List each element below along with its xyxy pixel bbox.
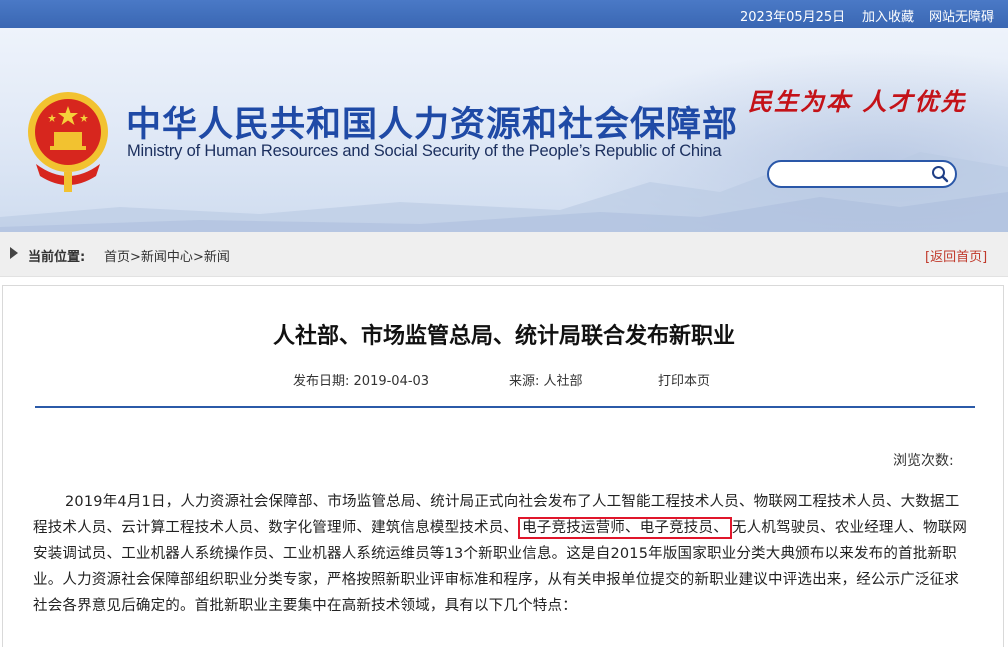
add-favorite-link[interactable]: 加入收藏 xyxy=(862,6,914,25)
triangle-right-icon xyxy=(10,247,18,259)
site-banner: 中华人民共和国人力资源和社会保障部 Ministry of Human Reso… xyxy=(0,28,1008,232)
site-title-cn: 中华人民共和国人力资源和社会保障部 xyxy=(126,105,739,145)
publish-date-label: 发布日期: xyxy=(293,374,350,389)
site-title-en: Ministry of Human Resources and Social S… xyxy=(127,142,722,160)
search-box xyxy=(767,160,957,188)
breadcrumb-label: 当前位置: xyxy=(28,250,86,265)
top-bar: 2023年05月25日 加入收藏 网站无障碍 xyxy=(0,0,1008,28)
breadcrumb-news[interactable]: 新闻 xyxy=(204,250,230,265)
search-icon[interactable] xyxy=(931,165,949,183)
breadcrumb-separator: > xyxy=(130,250,141,265)
breadcrumb-home[interactable]: 首页 xyxy=(104,250,130,265)
source-value: 人社部 xyxy=(543,374,583,389)
publish-date-value: 2019-04-03 xyxy=(353,374,430,389)
breadcrumb: 当前位置: 首页>新闻中心>新闻 [返回首页] xyxy=(0,232,1008,277)
article-container: 人社部、市场监管总局、统计局联合发布新职业 发布日期: 2019-04-03 来… xyxy=(2,285,1004,647)
search-input[interactable] xyxy=(779,165,933,185)
article-body: 2019年4月1日，人力资源社会保障部、市场监管总局、统计局正式向社会发布了人工… xyxy=(33,489,973,619)
national-emblem-icon xyxy=(28,92,108,192)
title-divider xyxy=(35,406,975,408)
breadcrumb-news-center[interactable]: 新闻中心 xyxy=(141,250,193,265)
slogan: 民生为本 人才优先 xyxy=(748,87,967,116)
article-source: 来源: 人社部 xyxy=(509,370,583,389)
article-title: 人社部、市场监管总局、统计局联合发布新职业 xyxy=(272,324,735,349)
view-count: 浏览次数: xyxy=(893,453,954,469)
print-page-link[interactable]: 打印本页 xyxy=(658,370,710,389)
highlighted-text: 电子竞技运营师、电子竞技员、 xyxy=(518,517,732,539)
current-date: 2023年05月25日 xyxy=(740,10,846,25)
accessibility-link[interactable]: 网站无障碍 xyxy=(929,6,994,25)
publish-date: 发布日期: 2019-04-03 xyxy=(293,370,429,389)
breadcrumb-separator: > xyxy=(192,250,204,265)
breadcrumb-path: 首页>新闻中心>新闻 xyxy=(104,246,230,265)
back-home-link[interactable]: [返回首页] xyxy=(925,246,987,265)
source-label: 来源: xyxy=(509,374,540,389)
